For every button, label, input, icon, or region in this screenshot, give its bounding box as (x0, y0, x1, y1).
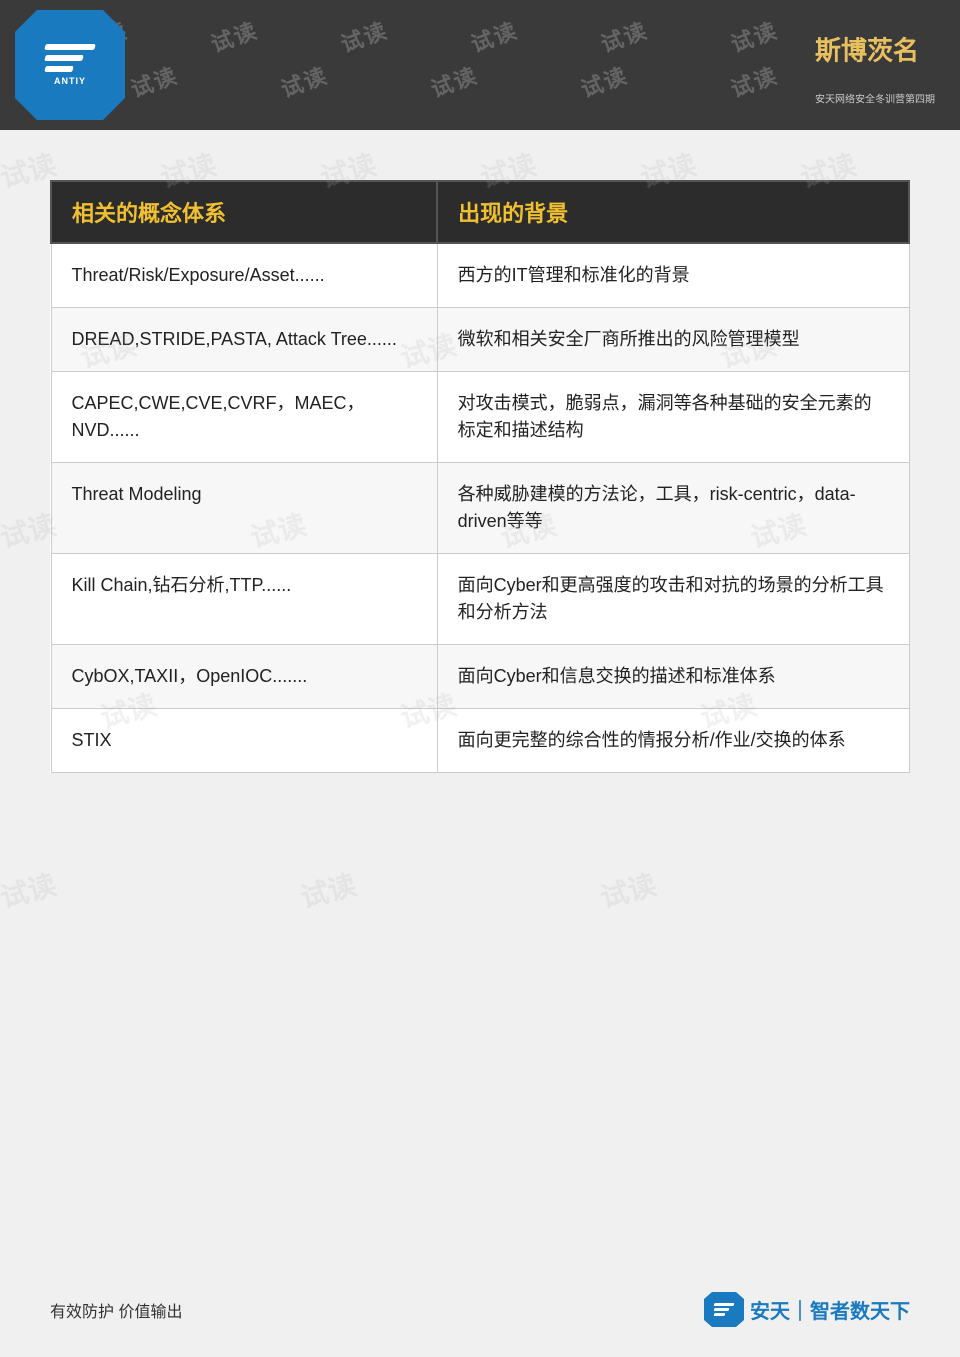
header-company: 斯博茨名 安天网络安全冬训营第四期 (810, 25, 940, 106)
table-row: Kill Chain,钻石分析,TTP......面向Cyber和更高强度的攻击… (51, 554, 909, 645)
footer-tagline: 有效防护 价值输出 (50, 1298, 182, 1322)
table-cell-right-4: 面向Cyber和更高强度的攻击和对抗的场景的分析工具和分析方法 (437, 554, 909, 645)
table-cell-left-5: CybOX,TAXII，OpenIOC....... (51, 645, 437, 709)
table-cell-right-6: 面向更完整的综合性的情报分析/作业/交换的体系 (437, 709, 909, 773)
table-cell-left-3: Threat Modeling (51, 463, 437, 554)
table-cell-right-1: 微软和相关安全厂商所推出的风险管理模型 (437, 308, 909, 372)
bg-watermark-17: 试读 (0, 863, 60, 916)
bg-watermark-19: 试读 (596, 863, 660, 916)
watermark-8: 试读 (276, 58, 332, 104)
col1-header: 相关的概念体系 (51, 181, 437, 243)
watermark-11: 试读 (726, 58, 782, 104)
table-row: Threat/Risk/Exposure/Asset......西方的IT管理和… (51, 243, 909, 308)
footer-company-text: 安天｜智者数天下 (750, 1295, 910, 1324)
table-row: Threat Modeling各种威胁建模的方法论，工具，risk-centri… (51, 463, 909, 554)
table-row: CAPEC,CWE,CVE,CVRF，MAEC，NVD......对攻击模式，脆… (51, 372, 909, 463)
table-cell-left-2: CAPEC,CWE,CVE,CVRF，MAEC，NVD...... (51, 372, 437, 463)
main-content: 试读 试读 试读 试读 试读 试读 试读 试读 试读 试读 试读 试读 试读 试… (0, 130, 960, 813)
table-cell-right-5: 面向Cyber和信息交换的描述和标准体系 (437, 645, 909, 709)
watermark-10: 试读 (576, 58, 632, 104)
header: 试读 试读 试读 试读 试读 试读 试读 试读 试读 试读 试读 ANTIY 斯… (0, 0, 960, 130)
table-cell-left-0: Threat/Risk/Exposure/Asset...... (51, 243, 437, 308)
footer-logo-line-3 (714, 1313, 726, 1316)
watermark-7: 试读 (126, 58, 182, 104)
footer-company-name: 安天｜智者数天下 (750, 1295, 910, 1324)
company-sub: 安天网络安全冬训营第四期 (815, 90, 935, 105)
table-row: CybOX,TAXII，OpenIOC.......面向Cyber和信息交换的描… (51, 645, 909, 709)
watermark-5: 试读 (596, 13, 652, 59)
watermark-3: 试读 (336, 13, 392, 59)
logo-line-1 (44, 44, 96, 50)
logo-text: ANTIY (54, 76, 86, 86)
col2-header: 出现的背景 (437, 181, 909, 243)
footer-logo-area: 安天｜智者数天下 (704, 1292, 910, 1327)
table-row: DREAD,STRIDE,PASTA, Attack Tree......微软和… (51, 308, 909, 372)
company-name: 斯博茨名 (810, 25, 940, 91)
logo-line-3 (44, 66, 74, 72)
table-cell-left-4: Kill Chain,钻石分析,TTP...... (51, 554, 437, 645)
logo-line-2 (44, 55, 84, 61)
footer-logo-line-2 (714, 1308, 730, 1311)
table-row: STIX面向更完整的综合性的情报分析/作业/交换的体系 (51, 709, 909, 773)
footer-logo-lines (714, 1303, 734, 1316)
logo-lines (45, 44, 95, 72)
table-cell-right-3: 各种威胁建模的方法论，工具，risk-centric，data-driven等等 (437, 463, 909, 554)
watermark-2: 试读 (206, 13, 262, 59)
svg-text:斯博茨名: 斯博茨名 (815, 36, 919, 66)
bg-watermark-18: 试读 (296, 863, 360, 916)
watermark-4: 试读 (466, 13, 522, 59)
table-cell-right-2: 对攻击模式，脆弱点，漏洞等各种基础的安全元素的标定和描述结构 (437, 372, 909, 463)
footer-logo-line-1 (714, 1303, 735, 1306)
table-cell-right-0: 西方的IT管理和标准化的背景 (437, 243, 909, 308)
antiy-logo: ANTIY (15, 10, 125, 120)
footer-logo-icon (704, 1292, 744, 1327)
table-cell-left-6: STIX (51, 709, 437, 773)
footer: 有效防护 价值输出 安天｜智者数天下 (0, 1292, 960, 1327)
table-cell-left-1: DREAD,STRIDE,PASTA, Attack Tree...... (51, 308, 437, 372)
watermark-9: 试读 (426, 58, 482, 104)
concept-table: 相关的概念体系 出现的背景 Threat/Risk/Exposure/Asset… (50, 180, 910, 773)
watermark-6: 试读 (726, 13, 782, 59)
